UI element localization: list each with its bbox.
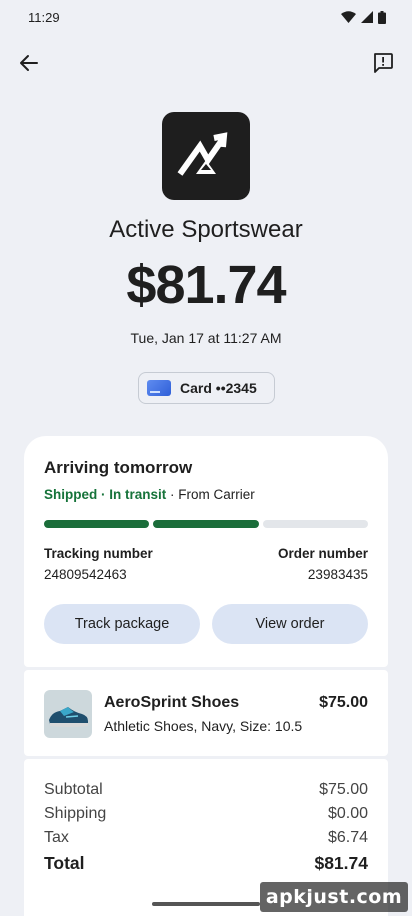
- shipping-title: Arriving tomorrow: [44, 458, 193, 477]
- wifi-icon: [341, 11, 356, 23]
- battery-icon: [378, 10, 386, 24]
- transaction-amount: $81.74: [126, 255, 286, 315]
- status-separator: ·: [166, 487, 179, 502]
- shipping-row: Shipping $0.00: [44, 805, 368, 823]
- progress-segment: [153, 520, 259, 528]
- signal-icon: [361, 11, 373, 23]
- item-name: AeroSprint Shoes: [104, 694, 240, 711]
- status-shipped: Shipped: [44, 487, 98, 502]
- card-label: Card ••2345: [180, 380, 257, 396]
- tracking-number-value: 24809542463: [44, 567, 127, 582]
- shoe-thumbnail: [44, 690, 92, 738]
- shipping-value: $0.00: [327, 805, 368, 822]
- order-number-label: Order number: [277, 546, 368, 561]
- item-description: Athletic Shoes, Navy, Size: 10.5: [104, 718, 303, 734]
- tax-value: $6.74: [327, 829, 368, 846]
- status-in-transit: In transit: [109, 487, 167, 502]
- view-order-button[interactable]: View order: [212, 604, 368, 644]
- status-separator: ·: [97, 487, 110, 502]
- progress-segment: [44, 520, 150, 528]
- order-number-value: 23983435: [307, 567, 368, 582]
- status-carrier: From Carrier: [178, 487, 255, 502]
- total-row: Total $81.74: [44, 853, 368, 874]
- total-label: Total: [44, 853, 85, 873]
- subtotal-value: $75.00: [319, 781, 368, 798]
- top-app-bar: [0, 44, 412, 84]
- shipping-label: Shipping: [44, 805, 107, 822]
- shipping-status: Shipped · In transit · From Carrier: [44, 487, 255, 502]
- subtotal-label: Subtotal: [44, 781, 103, 798]
- shoe-icon: [49, 707, 88, 727]
- card-icon: [147, 380, 171, 396]
- tax-label: Tax: [44, 829, 69, 846]
- merchant-name: Active Sportswear: [109, 216, 303, 243]
- status-bar: 11:29: [0, 0, 412, 34]
- feedback-icon: [374, 53, 393, 73]
- merchant-logo-mark: [177, 132, 228, 176]
- order-item[interactable]: AeroSprint Shoes Athletic Shoes, Navy, S…: [24, 670, 388, 756]
- arrow-back-icon: [20, 55, 38, 71]
- tracking-number-label: Tracking number: [44, 546, 153, 561]
- tax-row: Tax $6.74: [44, 829, 368, 847]
- watermark: apkjust.com: [260, 882, 408, 912]
- subtotal-row: Subtotal $75.00: [44, 781, 368, 799]
- transaction-datetime: Tue, Jan 17 at 11:27 AM: [130, 330, 282, 346]
- feedback-button[interactable]: [366, 46, 400, 80]
- track-package-button[interactable]: Track package: [44, 604, 200, 644]
- shipping-progress-bar: [44, 520, 368, 528]
- progress-segment: [262, 520, 368, 528]
- payment-card-chip[interactable]: Card ••2345: [138, 372, 275, 404]
- back-button[interactable]: [12, 46, 46, 80]
- item-price: $75.00: [319, 694, 368, 711]
- status-time: 11:29: [28, 9, 60, 25]
- merchant-logo: [162, 112, 250, 200]
- home-indicator[interactable]: [152, 902, 260, 906]
- shipping-panel: Arriving tomorrow Shipped · In transit ·…: [24, 436, 388, 667]
- status-icons: [341, 10, 386, 24]
- total-value: $81.74: [314, 853, 368, 873]
